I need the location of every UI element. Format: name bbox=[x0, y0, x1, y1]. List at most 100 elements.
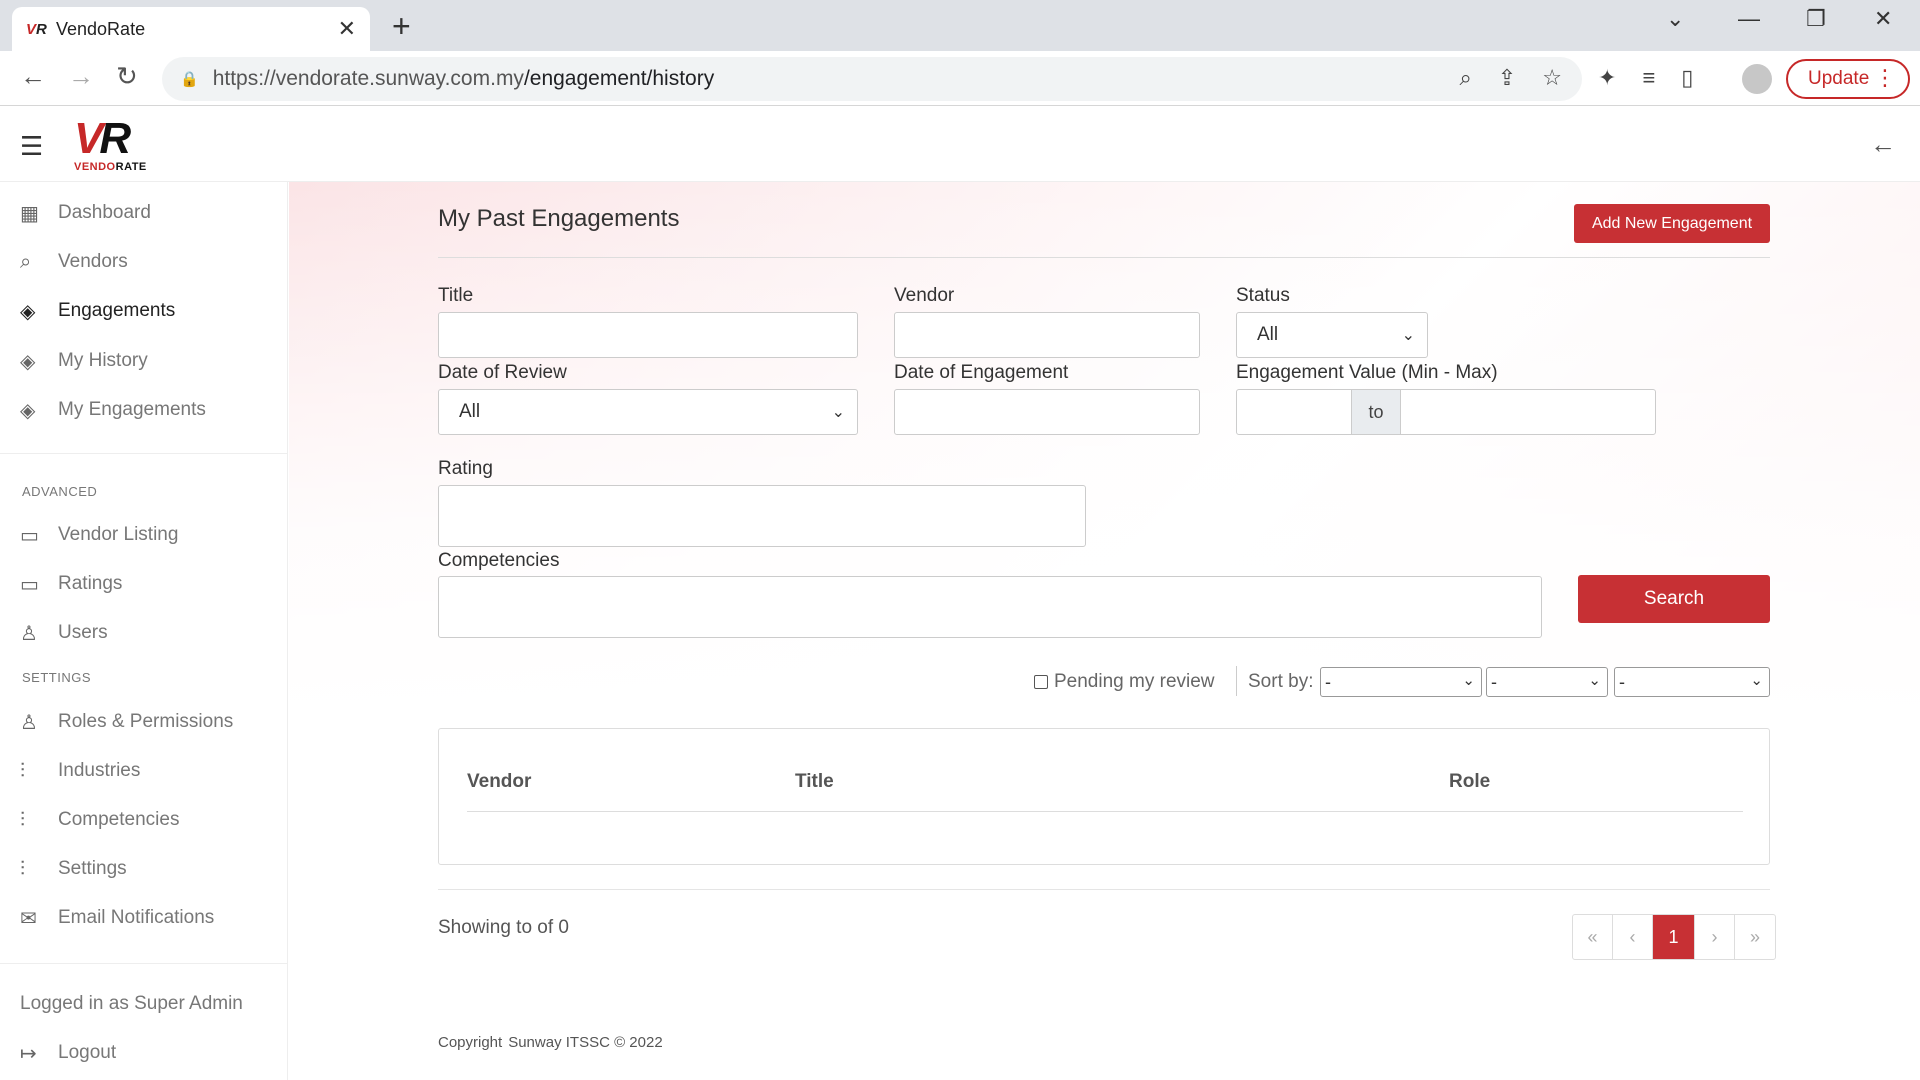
forward-icon[interactable]: → bbox=[68, 61, 94, 92]
sort-select-3[interactable]: - ⌄ bbox=[1614, 667, 1770, 697]
hamburger-menu-icon[interactable]: ☰ bbox=[20, 131, 43, 162]
sliders-icon: ⫶ bbox=[20, 759, 25, 782]
date-of-review-select[interactable]: All ⌄ bbox=[438, 389, 858, 435]
side-panel-icon[interactable]: ▯ bbox=[1681, 65, 1693, 91]
pending-review-label: Pending my review bbox=[1054, 671, 1215, 692]
lock-icon: 🔒 bbox=[180, 71, 199, 88]
sort-select-value: - bbox=[1619, 671, 1625, 692]
sidebar-item-dashboard[interactable]: ▦ Dashboard bbox=[0, 193, 288, 233]
sort-select-1[interactable]: - ⌄ bbox=[1320, 667, 1482, 697]
footer: Copyright Sunway ITSSC © 2022 bbox=[438, 1034, 663, 1051]
add-new-engagement-button[interactable]: Add New Engagement bbox=[1574, 204, 1770, 243]
pending-review-checkbox[interactable] bbox=[1034, 675, 1048, 689]
logout-link[interactable]: ↦ Logout bbox=[0, 1033, 288, 1073]
sidebar-divider bbox=[0, 453, 288, 454]
browser-tab-bar: VR VendoRate ✕ + ⌄ — ❐ ✕ bbox=[0, 0, 1920, 51]
sidebar-item-label: Vendor Listing bbox=[58, 524, 179, 545]
logged-in-status: Logged in as Super Admin bbox=[0, 984, 288, 1024]
vendorate-logo[interactable]: VR VENDORATE bbox=[74, 117, 158, 174]
layers-icon: ◈ bbox=[20, 350, 36, 373]
sidebar-item-roles-permissions[interactable]: ♙ Roles & Permissions bbox=[0, 702, 288, 742]
sidebar-item-label: Vendors bbox=[58, 251, 128, 272]
sidebar-item-label: Users bbox=[58, 622, 108, 643]
minimize-icon[interactable]: — bbox=[1738, 6, 1760, 32]
sidebar-item-users[interactable]: ♙ Users bbox=[0, 613, 288, 653]
user-icon: ♙ bbox=[20, 622, 38, 645]
column-header-title[interactable]: Title bbox=[795, 771, 834, 793]
chevron-down-icon: ⌄ bbox=[1401, 327, 1415, 344]
restore-icon[interactable]: ❐ bbox=[1806, 6, 1826, 32]
pager-last-button[interactable]: » bbox=[1735, 915, 1775, 959]
new-tab-icon[interactable]: + bbox=[392, 8, 411, 45]
reload-icon[interactable]: ↻ bbox=[116, 61, 138, 92]
sidebar-item-email-notifications[interactable]: ✉ Email Notifications bbox=[0, 898, 288, 938]
bookmark-star-icon[interactable]: ☆ bbox=[1542, 65, 1562, 91]
title-divider bbox=[438, 257, 1770, 258]
sidebar: ▦ Dashboard ⌕ Vendors ◈ Engagements ◈ My… bbox=[0, 182, 288, 1080]
title-filter-input[interactable] bbox=[438, 312, 858, 358]
sidebar-item-label: Competencies bbox=[58, 809, 180, 830]
sidebar-item-label: Dashboard bbox=[58, 202, 151, 223]
update-button[interactable]: Update ⋮ bbox=[1786, 59, 1910, 99]
extensions-icon[interactable]: ✦ bbox=[1598, 65, 1616, 91]
engagement-value-max-input[interactable] bbox=[1400, 389, 1656, 435]
tab-search-chevron-icon[interactable]: ⌄ bbox=[1666, 6, 1684, 32]
sidebar-item-my-engagements[interactable]: ◈ My Engagements bbox=[0, 390, 288, 430]
sidebar-item-vendors[interactable]: ⌕ Vendors bbox=[0, 242, 288, 282]
sidebar-item-label: Email Notifications bbox=[58, 907, 215, 928]
pending-review-toggle[interactable]: Pending my review bbox=[1034, 671, 1215, 693]
table-header-divider bbox=[467, 811, 1743, 812]
vendor-filter-input[interactable] bbox=[894, 312, 1200, 358]
mail-icon: ✉ bbox=[20, 907, 37, 930]
column-header-vendor[interactable]: Vendor bbox=[467, 771, 531, 793]
rating-input[interactable] bbox=[438, 485, 1086, 547]
window-close-icon[interactable]: ✕ bbox=[1874, 6, 1892, 32]
collapse-arrow-icon[interactable]: ← bbox=[1870, 129, 1896, 160]
sidebar-item-label: Ratings bbox=[58, 573, 123, 594]
sliders-icon: ⫶ bbox=[20, 808, 25, 831]
column-header-role[interactable]: Role bbox=[1449, 771, 1490, 793]
sidebar-item-engagements[interactable]: ◈ Engagements bbox=[0, 291, 288, 331]
status-select[interactable]: All ⌄ bbox=[1236, 312, 1428, 358]
media-icon[interactable]: ≡ bbox=[1642, 65, 1655, 91]
zoom-icon[interactable]: ⌕ bbox=[1460, 65, 1472, 91]
tab-close-icon[interactable]: ✕ bbox=[338, 16, 356, 42]
back-icon[interactable]: ← bbox=[20, 61, 46, 92]
page-title: My Past Engagements bbox=[438, 205, 680, 232]
search-button[interactable]: Search bbox=[1578, 575, 1770, 623]
search-icon: ⌕ bbox=[20, 250, 32, 273]
footer-org: Sunway ITSSC © 2022 bbox=[508, 1034, 663, 1051]
pager-prev-button[interactable]: ‹ bbox=[1613, 915, 1653, 959]
browser-tab[interactable]: VR VendoRate ✕ bbox=[12, 7, 370, 51]
sidebar-item-vendor-listing[interactable]: ▭ Vendor Listing bbox=[0, 515, 288, 555]
sidebar-item-ratings[interactable]: ▭ Ratings bbox=[0, 564, 288, 604]
more-vertical-icon: ⋮ bbox=[1874, 65, 1896, 90]
engagements-table: Vendor Title Role bbox=[438, 728, 1770, 865]
sidebar-item-competencies[interactable]: ⫶ Competencies bbox=[0, 800, 288, 840]
sidebar-item-settings[interactable]: ⫶ Settings bbox=[0, 849, 288, 889]
sort-divider bbox=[1236, 666, 1237, 696]
app-header: ☰ VR VENDORATE ← bbox=[0, 107, 1920, 182]
sort-select-2[interactable]: - ⌄ bbox=[1486, 667, 1608, 697]
sidebar-item-label: Settings bbox=[58, 858, 127, 879]
pager-page-button[interactable]: 1 bbox=[1653, 915, 1695, 959]
pager-next-button[interactable]: › bbox=[1695, 915, 1735, 959]
url-host: https://vendorate.sunway.com.my bbox=[212, 67, 524, 90]
title-filter-label: Title bbox=[438, 285, 474, 306]
sidebar-divider bbox=[0, 963, 288, 964]
engagement-value-label: Engagement Value (Min - Max) bbox=[1236, 362, 1498, 383]
pager-first-button[interactable]: « bbox=[1573, 915, 1613, 959]
profile-avatar-icon[interactable] bbox=[1742, 64, 1772, 94]
user-check-icon: ♙ bbox=[20, 711, 38, 734]
date-of-engagement-input[interactable] bbox=[894, 389, 1200, 435]
url-path: /engagement/history bbox=[523, 67, 715, 90]
engagement-value-min-input[interactable] bbox=[1236, 389, 1352, 435]
sidebar-item-industries[interactable]: ⫶ Industries bbox=[0, 751, 288, 791]
competencies-input[interactable] bbox=[438, 576, 1542, 638]
sidebar-item-my-history[interactable]: ◈ My History bbox=[0, 341, 288, 381]
sort-select-value: - bbox=[1491, 671, 1497, 692]
status-filter-label: Status bbox=[1236, 285, 1290, 306]
share-icon[interactable]: ⇪ bbox=[1498, 65, 1516, 91]
vendorate-favicon-icon: VR bbox=[26, 20, 47, 38]
address-bar[interactable]: 🔒 https://vendorate.sunway.com.my/engage… bbox=[162, 57, 1582, 101]
